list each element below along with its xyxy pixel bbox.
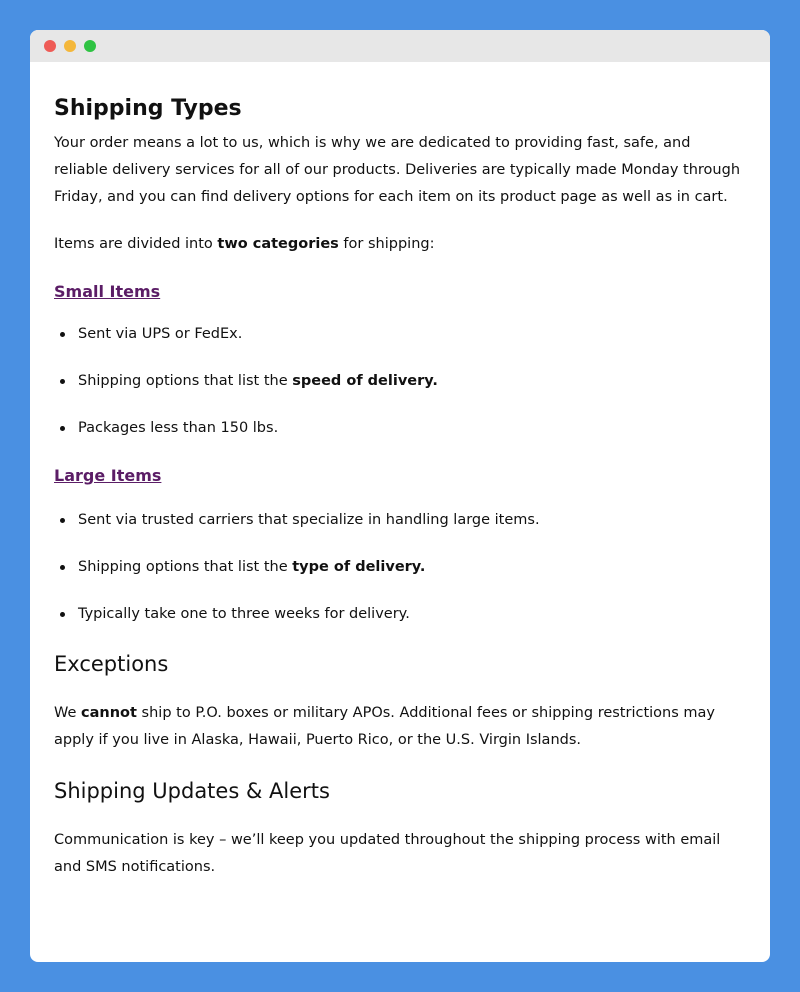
list-item: Typically take one to three weeks for de…	[54, 604, 746, 624]
close-window-button[interactable]	[44, 40, 56, 52]
list-item: Packages less than 150 lbs.	[54, 418, 746, 438]
list-item-text: Packages less than 150 lbs.	[78, 420, 279, 436]
categories-text-bold: two categories	[217, 236, 339, 252]
window-titlebar	[30, 30, 770, 62]
exceptions-paragraph: We cannot ship to P.O. boxes or military…	[54, 700, 746, 754]
list-item: Sent via trusted carriers that specializ…	[54, 510, 746, 530]
exceptions-text-bold: cannot	[81, 705, 137, 721]
small-items-link[interactable]: Small Items	[54, 282, 160, 301]
page-content: Shipping Types Your order means a lot to…	[30, 62, 770, 881]
exceptions-text-post: ship to P.O. boxes or military APOs. Add…	[54, 705, 715, 748]
page-title: Shipping Types	[54, 96, 242, 121]
categories-paragraph: Items are divided into two categories fo…	[54, 231, 746, 258]
exceptions-heading: Exceptions	[54, 652, 169, 676]
minimize-window-button[interactable]	[64, 40, 76, 52]
large-items-list: Sent via trusted carriers that specializ…	[54, 510, 746, 624]
list-item: Sent via UPS or FedEx.	[54, 324, 746, 344]
list-item-text: Typically take one to three weeks for de…	[78, 606, 410, 622]
list-item-text: Shipping options that list the	[78, 559, 293, 575]
list-item-bold: type of delivery.	[292, 559, 426, 575]
large-items-link[interactable]: Large Items	[54, 466, 161, 485]
browser-window: Shipping Types Your order means a lot to…	[30, 30, 770, 962]
intro-paragraph: Your order means a lot to us, which is w…	[54, 135, 741, 205]
updates-paragraph: Communication is key – we’ll keep you up…	[54, 832, 721, 875]
categories-text-pre: Items are divided into	[54, 236, 218, 252]
maximize-window-button[interactable]	[84, 40, 96, 52]
list-item-bold: speed of delivery.	[292, 373, 438, 389]
updates-heading: Shipping Updates & Alerts	[54, 779, 330, 803]
exceptions-text-pre: We	[54, 705, 82, 721]
categories-text-post: for shipping:	[338, 236, 435, 252]
list-item: Shipping options that list the type of d…	[54, 557, 746, 577]
list-item: Shipping options that list the speed of …	[54, 371, 746, 391]
small-items-list: Sent via UPS or FedEx. Shipping options …	[54, 324, 746, 438]
list-item-text: Sent via UPS or FedEx.	[78, 326, 243, 342]
list-item-text: Shipping options that list the	[78, 373, 293, 389]
list-item-text: Sent via trusted carriers that specializ…	[78, 512, 540, 528]
